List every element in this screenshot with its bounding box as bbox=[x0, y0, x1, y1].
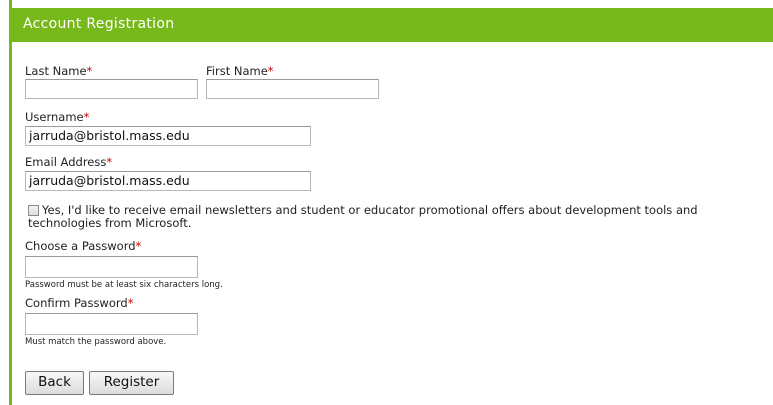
confirm-password-field[interactable] bbox=[25, 313, 198, 335]
email-field[interactable]: jarruda@bristol.mass.edu bbox=[25, 171, 311, 191]
email-label: Email Address* bbox=[25, 155, 113, 169]
first-name-label: First Name* bbox=[206, 64, 274, 78]
required-marker: * bbox=[127, 296, 134, 310]
password-field[interactable] bbox=[25, 256, 198, 278]
last-name-field[interactable] bbox=[25, 79, 198, 99]
last-name-label: Last Name* bbox=[25, 64, 93, 78]
password-label: Choose a Password* bbox=[25, 239, 142, 253]
first-name-field[interactable] bbox=[206, 79, 379, 99]
back-button[interactable]: Back bbox=[25, 371, 84, 395]
username-label: Username* bbox=[25, 110, 90, 124]
required-marker: * bbox=[267, 64, 274, 78]
password-hint: Password must be at least six characters… bbox=[25, 280, 223, 290]
required-marker: * bbox=[106, 155, 113, 169]
required-marker: * bbox=[83, 110, 90, 124]
username-field[interactable]: jarruda@bristol.mass.edu bbox=[25, 126, 311, 146]
confirm-password-label: Confirm Password* bbox=[25, 296, 134, 310]
required-marker: * bbox=[135, 239, 142, 253]
required-marker: * bbox=[86, 64, 93, 78]
registration-panel: Account Registration Last Name* First Na… bbox=[9, 0, 773, 405]
confirm-password-hint: Must match the password above. bbox=[25, 337, 167, 347]
page-title: Account Registration bbox=[23, 16, 175, 32]
newsletter-consent-text: Yes, I'd like to receive email newslette… bbox=[28, 203, 698, 230]
panel-header: Account Registration bbox=[12, 8, 773, 42]
register-button[interactable]: Register bbox=[89, 371, 174, 395]
